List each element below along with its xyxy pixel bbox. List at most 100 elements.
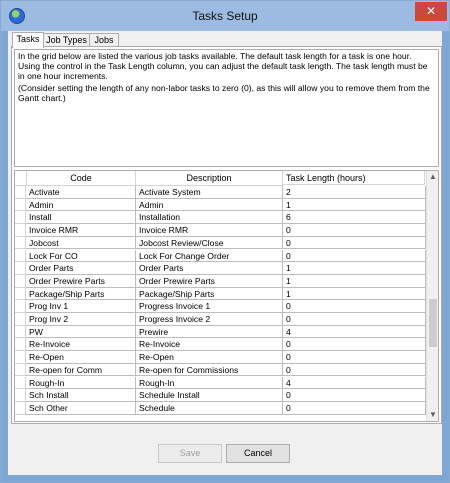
cell-task-length[interactable]: 6 <box>283 211 426 225</box>
row-selector[interactable] <box>15 287 26 301</box>
cell-code[interactable]: Activate <box>26 186 136 199</box>
row-selector[interactable] <box>15 389 26 402</box>
cell-code[interactable]: Admin <box>26 198 136 212</box>
cell-description[interactable]: Re-Open <box>136 351 283 364</box>
cell-description[interactable]: Package/Ship Parts <box>136 287 283 301</box>
table-row[interactable]: Prog Inv 2 Progress Invoice 20 <box>15 313 426 326</box>
save-button[interactable]: Save <box>158 444 222 463</box>
cell-description[interactable]: Installation <box>136 211 283 225</box>
table-row[interactable]: Re-open for Comm Re-open for Commissions 0 <box>15 363 426 377</box>
cell-code[interactable]: Re-Invoice <box>26 338 136 352</box>
row-selector[interactable] <box>15 274 26 288</box>
cancel-button[interactable]: Cancel <box>226 444 290 463</box>
row-selector[interactable] <box>15 224 26 237</box>
cell-task-length[interactable]: 0 <box>283 363 426 377</box>
column-header-task-length[interactable]: Task Length (hours) <box>283 171 425 185</box>
row-selector[interactable] <box>15 198 26 212</box>
cell-description[interactable]: Jobcost Review/Close <box>136 236 283 250</box>
cell-task-length[interactable]: 0 <box>283 401 426 415</box>
cell-description[interactable]: Lock For Change Order <box>136 249 283 263</box>
column-header-code[interactable]: Code <box>27 171 136 186</box>
row-selector[interactable] <box>15 211 26 225</box>
cell-description[interactable]: Rough-In <box>136 376 283 390</box>
column-header-description[interactable]: Description <box>136 171 283 186</box>
cell-code[interactable]: Sch Other <box>26 401 136 415</box>
row-selector[interactable] <box>15 249 26 263</box>
tab-job-types[interactable]: Job Types <box>43 33 90 47</box>
table-row[interactable]: Admin Admin 1 <box>15 198 426 212</box>
table-row[interactable]: Re-Open Re-Open 0 <box>15 351 426 364</box>
row-selector[interactable] <box>15 325 26 339</box>
tab-tasks[interactable]: Tasks <box>12 32 44 48</box>
row-selector[interactable] <box>15 338 26 352</box>
cell-code[interactable]: Prog Inv 2 <box>26 313 136 326</box>
cell-task-length[interactable]: 0 <box>283 249 426 263</box>
cell-description[interactable]: Schedule <box>136 401 283 415</box>
close-button[interactable]: ✕ <box>415 2 447 21</box>
cell-task-length[interactable]: 0 <box>283 313 426 326</box>
cell-code[interactable]: Lock For CO <box>26 249 136 263</box>
cell-description[interactable]: Progress Invoice 2 <box>136 313 283 326</box>
cell-code[interactable]: Order Parts <box>26 262 136 275</box>
cell-code[interactable]: Re-open for Comm <box>26 363 136 377</box>
cell-task-length[interactable]: 0 <box>283 300 426 313</box>
table-row[interactable]: Sch Other Schedule 0 <box>15 401 426 415</box>
cell-code[interactable]: Invoice RMR <box>26 224 136 237</box>
cell-code[interactable]: Install <box>26 211 136 225</box>
cell-description[interactable]: Prewire <box>136 325 283 339</box>
cell-task-length[interactable]: 0 <box>283 236 426 250</box>
tab-jobs[interactable]: Jobs <box>89 33 119 47</box>
cell-task-length[interactable]: 4 <box>283 325 426 339</box>
table-row[interactable]: Order Prewire Parts Order Prewire Parts 1 <box>15 274 426 288</box>
table-row[interactable]: PW Prewire 4 <box>15 325 426 339</box>
cell-description[interactable]: Admin <box>136 198 283 212</box>
cell-description[interactable]: Progress Invoice 1 <box>136 300 283 313</box>
row-selector[interactable] <box>15 351 26 364</box>
table-row[interactable]: Rough-In Rough-In 4 <box>15 376 426 390</box>
row-selector[interactable] <box>15 401 26 415</box>
cell-task-length[interactable]: 0 <box>283 351 426 364</box>
cell-task-length[interactable]: 2 <box>283 186 426 199</box>
cell-code[interactable]: Re-Open <box>26 351 136 364</box>
cell-code[interactable]: Sch Install <box>26 389 136 402</box>
cell-task-length[interactable]: 0 <box>283 338 426 352</box>
table-row[interactable]: Invoice RMR Invoice RMR 0 <box>15 224 426 237</box>
row-selector[interactable] <box>15 236 26 250</box>
cell-task-length[interactable]: 4 <box>283 376 426 390</box>
row-selector[interactable] <box>15 376 26 390</box>
cell-task-length[interactable]: 1 <box>283 262 426 275</box>
cell-description[interactable]: Invoice RMR <box>136 224 283 237</box>
cell-code[interactable]: Prog Inv 1 <box>26 300 136 313</box>
cell-code[interactable]: Rough-In <box>26 376 136 390</box>
table-row[interactable]: Lock For CO Lock For Change Order 0 <box>15 249 426 263</box>
table-row[interactable]: Package/Ship Parts Package/Ship Parts 1 <box>15 287 426 301</box>
row-selector[interactable] <box>15 313 26 326</box>
table-row[interactable]: Order Parts Order Parts 1 <box>15 262 426 275</box>
cell-code[interactable]: Package/Ship Parts <box>26 287 136 301</box>
row-selector[interactable] <box>15 262 26 275</box>
cell-task-length[interactable]: 1 <box>283 274 426 288</box>
table-row[interactable]: Activate Activate System 2 <box>15 186 426 199</box>
cell-description[interactable]: Activate System <box>136 186 283 199</box>
cell-code[interactable]: Order Prewire Parts <box>26 274 136 288</box>
scroll-down-arrow-icon[interactable]: ▼ <box>427 409 438 421</box>
table-row[interactable]: Prog Inv 1 Progress Invoice 10 <box>15 300 426 313</box>
table-row[interactable]: Re-Invoice Re-Invoice 0 <box>15 338 426 352</box>
cell-task-length[interactable]: 0 <box>283 389 426 402</box>
cell-description[interactable]: Order Prewire Parts <box>136 274 283 288</box>
cell-task-length[interactable]: 1 <box>283 287 426 301</box>
grid-vertical-scrollbar[interactable]: ▲ ▼ <box>426 171 438 421</box>
row-selector[interactable] <box>15 363 26 377</box>
cell-description[interactable]: Order Parts <box>136 262 283 275</box>
table-row[interactable]: Install Installation 6 <box>15 211 426 225</box>
cell-task-length[interactable]: 1 <box>283 198 426 212</box>
row-selector[interactable] <box>15 186 26 199</box>
cell-code[interactable]: PW <box>26 325 136 339</box>
cell-task-length[interactable]: 0 <box>283 224 426 237</box>
scroll-up-arrow-icon[interactable]: ▲ <box>427 171 438 183</box>
row-selector[interactable] <box>15 300 26 313</box>
cell-description[interactable]: Re-open for Commissions <box>136 363 283 377</box>
table-row[interactable]: Jobcost Jobcost Review/Close 0 <box>15 236 426 250</box>
cell-description[interactable]: Re-Invoice <box>136 338 283 352</box>
cell-description[interactable]: Schedule Install <box>136 389 283 402</box>
